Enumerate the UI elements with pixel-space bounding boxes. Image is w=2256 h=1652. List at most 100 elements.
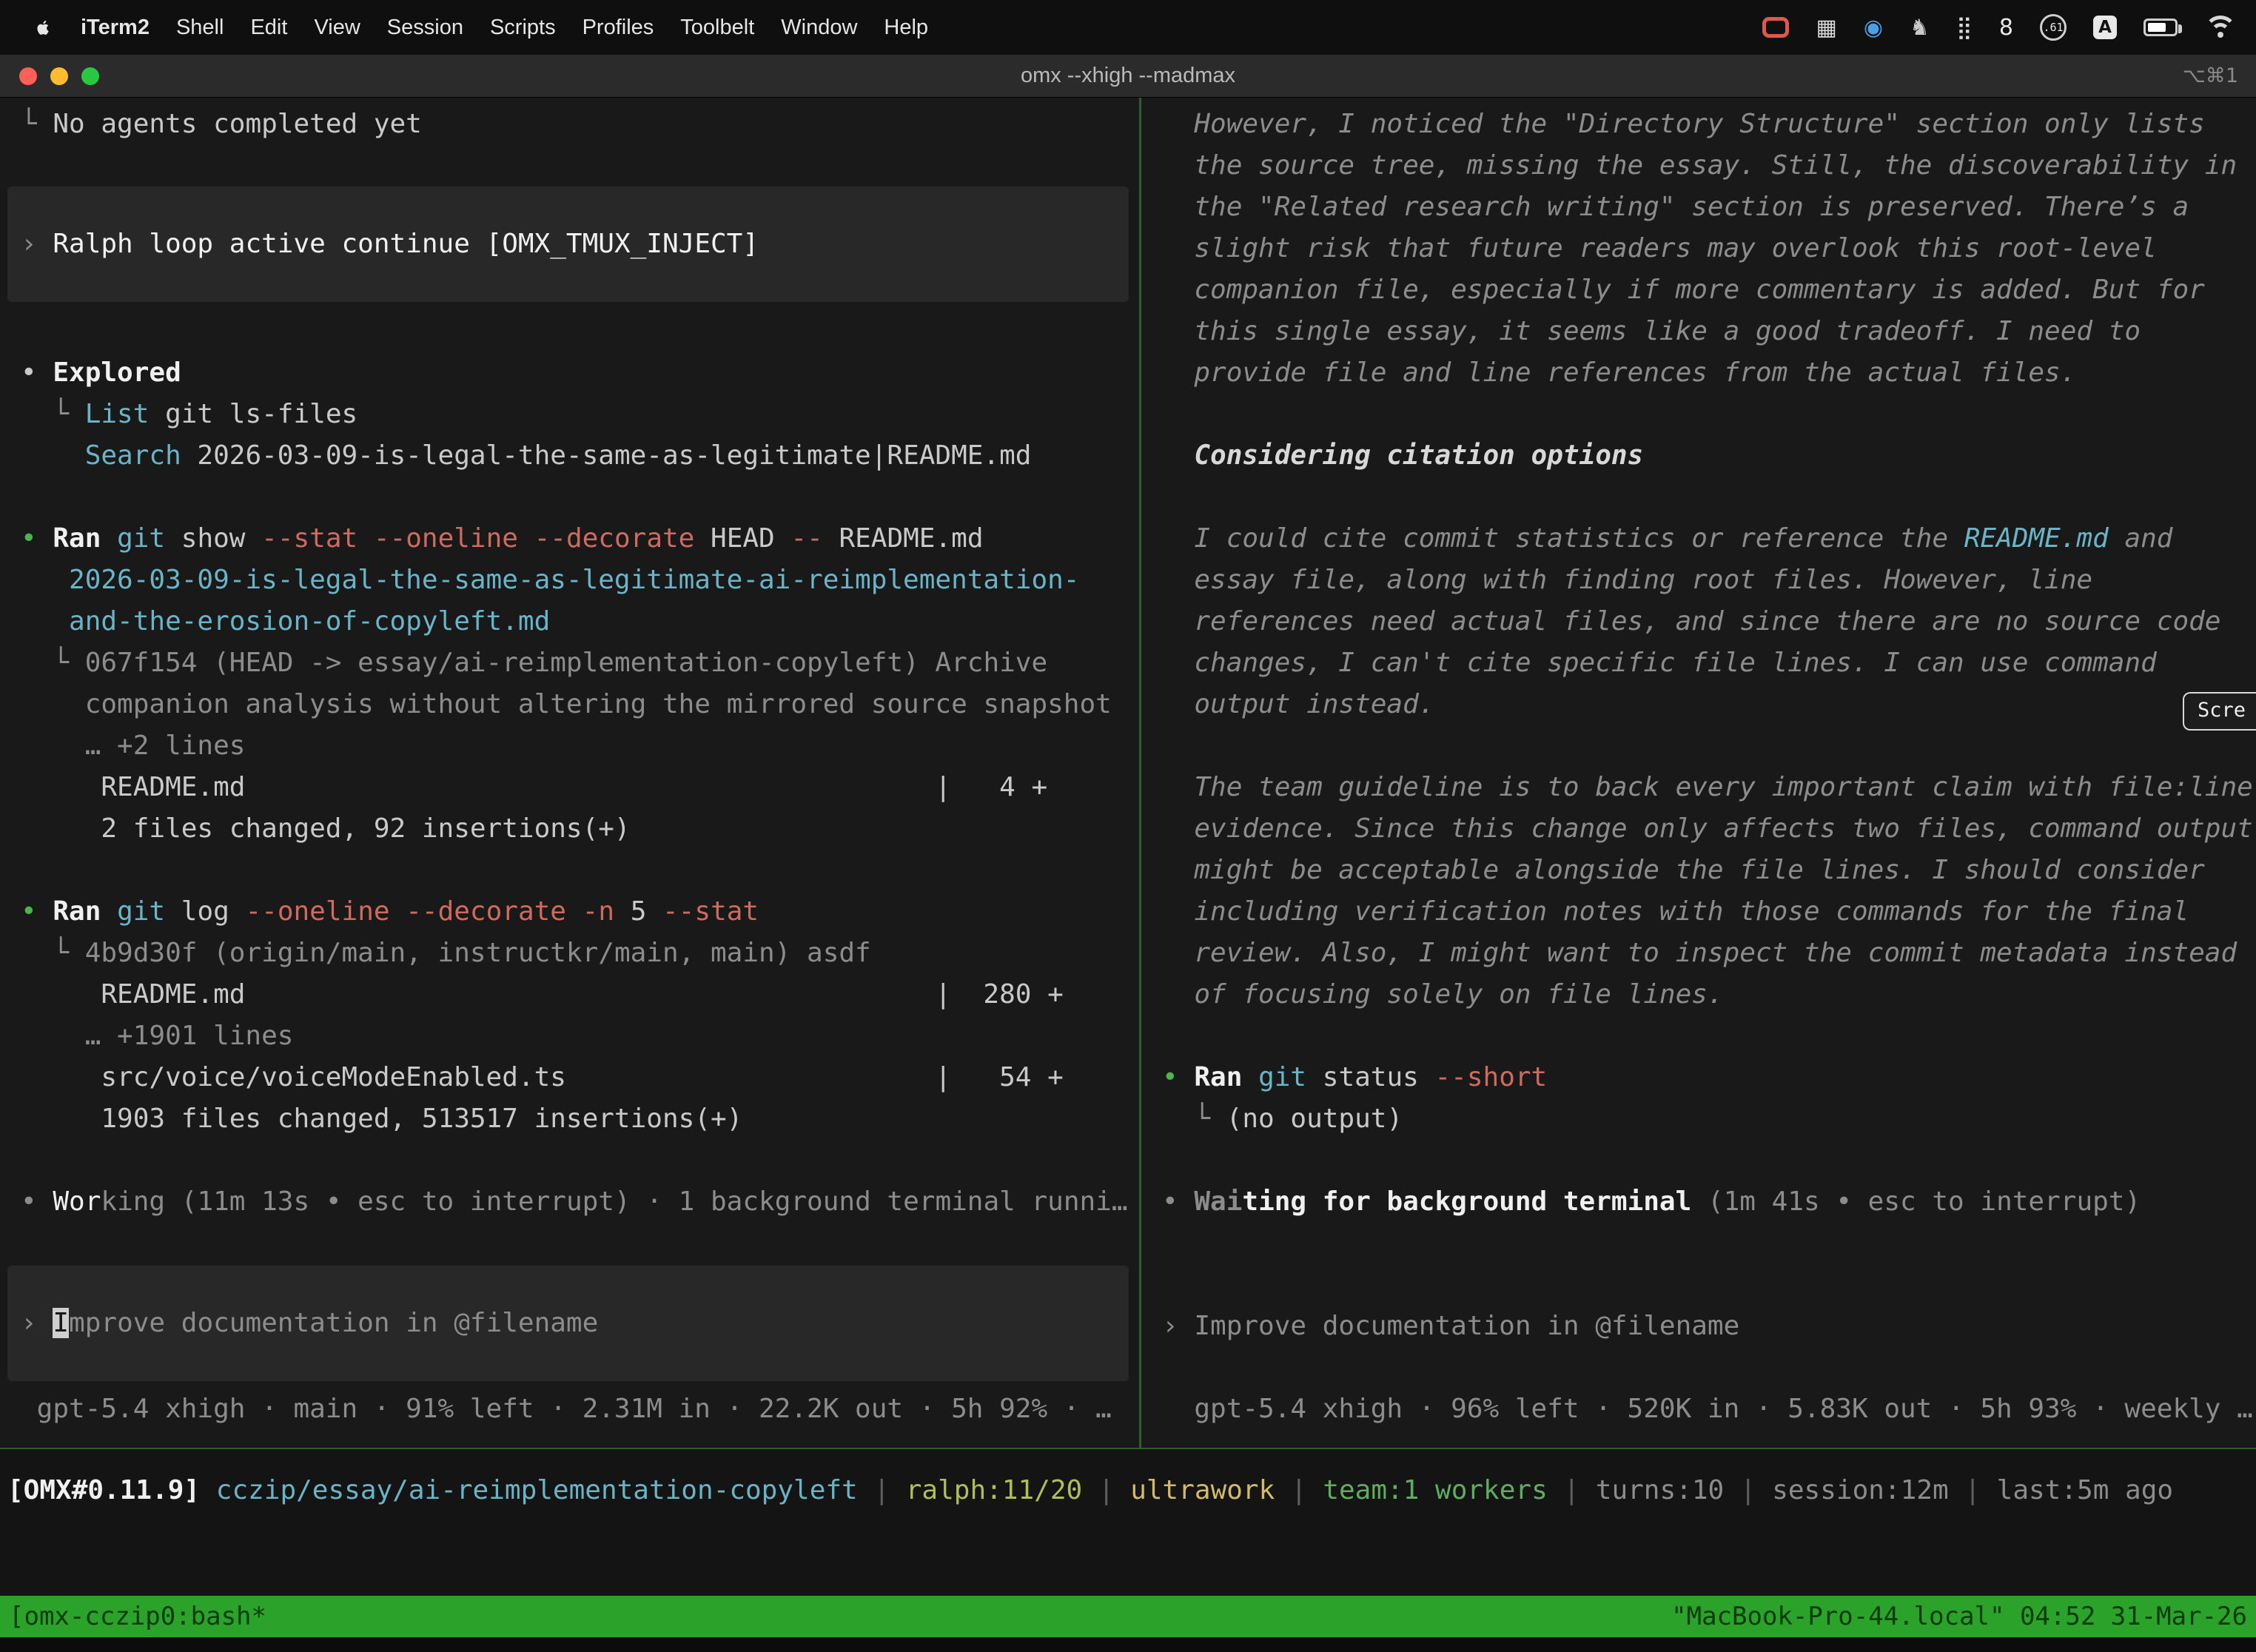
menu-item-toolbelt[interactable]: Toolbelt [680,16,754,40]
terminal-line: references need actual files, and since … [1162,601,2256,642]
command-input[interactable]: › Improve documentation in @filename [7,1266,1129,1381]
terminal-gap [1162,477,2256,518]
input-source-icon[interactable]: A [2093,16,2117,39]
terminal-line: The team guideline is to back every impo… [1162,767,2256,808]
right-terminal-pane[interactable]: However, I noticed the "Directory Struct… [1141,98,2256,1448]
terminal-line: 2 files changed, 92 insertions(+) [21,808,1139,850]
agents-status-line: └ No agents completed yet [21,104,1139,145]
text-segment: › [1162,1311,1194,1341]
text-segment: last:5m ago [1997,1475,2173,1505]
explored-list: └ List git ls-files [21,394,1139,435]
text-segment: Explored [53,357,181,388]
tmux-status-bar: [omx-cczip0:bash* "MacBook-Pro-44.local"… [0,1596,2256,1637]
text-segment: Ran [53,896,101,927]
close-button[interactable] [19,67,37,85]
terminal-line: However, I noticed the "Directory Struct… [1162,104,2256,145]
apple-icon [33,17,53,38]
left-terminal-pane[interactable]: └ No agents completed yet› Ralph loop ac… [0,98,1139,1448]
text-segment: Wor [53,1186,101,1217]
menu-item-profiles[interactable]: Profiles [583,16,654,40]
text-segment: | [1082,1475,1130,1505]
menu-item-scripts[interactable]: Scripts [490,16,556,40]
text-segment: session:12m [1772,1475,1948,1505]
menu-item-edit[interactable]: Edit [250,16,287,40]
command-input-right[interactable]: › Improve documentation in @filename [1162,1306,2256,1347]
text-segment: slight risk that future readers may over… [1162,233,2157,263]
text-segment: --short [1435,1062,1548,1092]
text-segment: king [101,1186,165,1217]
text-segment: 2 files changed, 92 insertions(+) [21,813,631,844]
zoom-button[interactable] [81,67,99,85]
text-segment: gpt-5.4 xhigh · main · 91% left · 2.31M … [21,1394,1112,1424]
menu-item-shell[interactable]: Shell [176,16,224,40]
terminal-line: of focusing solely on file lines. [1162,974,2256,1015]
text-segment: (11m 13s • esc to interrupt) · 1 backgro… [165,1186,1127,1217]
menu-item-iterm2[interactable]: iTerm2 [81,16,150,40]
text-segment: 1903 files changed, 513517 insertions(+) [21,1104,742,1134]
text-segment: ralph:11/20 [906,1475,1082,1505]
terminal-line: review. Also, I might want to inspect th… [1162,933,2256,974]
tmux-session-info: [omx-cczip0:bash* [9,1596,266,1637]
text-segment: └ [21,938,85,968]
screen-recording-icon[interactable] [1762,17,1789,38]
menu-item-session[interactable]: Session [387,16,463,40]
text-segment: Ran [53,523,101,554]
terminal-line: essay file, along with finding root file… [1162,560,2256,601]
menu-item-help[interactable]: Help [884,16,928,40]
terminal-line: companion file, especially if more comme… [1162,269,2256,311]
battery-icon[interactable] [2143,19,2178,36]
dark-app-icon[interactable]: ♞ [1910,15,1930,41]
terminal-line: 2026-03-09-is-legal-the-same-as-legitima… [21,560,1139,601]
text-segment: -- [790,523,822,554]
text-segment: evidence. Since this change only affects… [1162,813,2253,844]
bottom-filler [0,1511,2256,1596]
gauge-icon[interactable]: .61 [2040,14,2067,41]
blue-app-icon[interactable]: ◉ [1864,15,1883,41]
menu-item-window[interactable]: Window [781,16,857,40]
text-segment: HEAD [694,523,790,554]
text-segment: › [21,229,53,259]
text-segment [1242,1062,1258,1092]
terminal-gap [21,1140,1139,1181]
minimize-button[interactable] [50,67,68,85]
terminal-line: the "Related research writing" section i… [1162,187,2256,228]
text-segment: git ls-files [149,399,357,429]
apple-menu[interactable] [33,17,53,38]
text-segment: | [858,1475,906,1505]
text-segment: | [1724,1475,1772,1505]
text-segment [566,896,583,927]
text-segment: README.md | 280 + [21,979,1064,1010]
menu-item-view[interactable]: View [314,16,360,40]
text-segment: git [117,896,165,927]
text-segment: 067f154 (HEAD -> essay/ai-reimplementati… [85,648,1047,678]
window-grid-icon[interactable]: ▦ [1816,15,1836,41]
wifi-icon[interactable] [2204,16,2237,39]
text-segment: 5 [614,896,662,927]
text-segment: changes, I can't cite specific file line… [1162,648,2157,678]
terminal-line: companion analysis without altering the … [21,684,1139,725]
window-title: omx --xhigh --madmax [0,64,2256,88]
terminal-gap [21,850,1139,891]
traffic-lights [19,67,99,85]
text-segment: • [1162,1062,1194,1092]
app-grid-icon[interactable]: ⣿ [1956,15,1973,41]
terminal-gap [1162,394,2256,435]
text-segment: and-the-erosion-of-copyleft.md [21,606,550,637]
text-segment: └ [1162,1104,1226,1134]
figure-eight-icon[interactable]: 8 [1999,15,2013,41]
text-segment: output instead. [1162,689,1434,719]
text-segment: • [21,357,53,388]
terminal-line: this single essay, it seems like a good … [1162,311,2256,352]
text-segment: • [21,896,53,927]
explored-header: • Explored [21,352,1139,394]
text-segment: companion analysis without altering the … [21,689,1112,719]
text-segment: --stat [662,896,759,927]
text-segment: cczip/essay/ai-reimplementation-copyleft [216,1475,858,1505]
text-segment: status [1306,1062,1434,1092]
text-segment: … +2 lines [21,731,245,761]
text-segment: 4b9d30f (origin/main, instructkr/main, m… [85,938,871,968]
text-segment: essay file, along with finding root file… [1162,565,2092,595]
terminal-line: 1903 files changed, 513517 insertions(+) [21,1098,1139,1140]
menu-items: iTerm2 Shell Edit View Session Scripts Profile… [81,16,928,40]
terminal-gap [21,302,1139,352]
